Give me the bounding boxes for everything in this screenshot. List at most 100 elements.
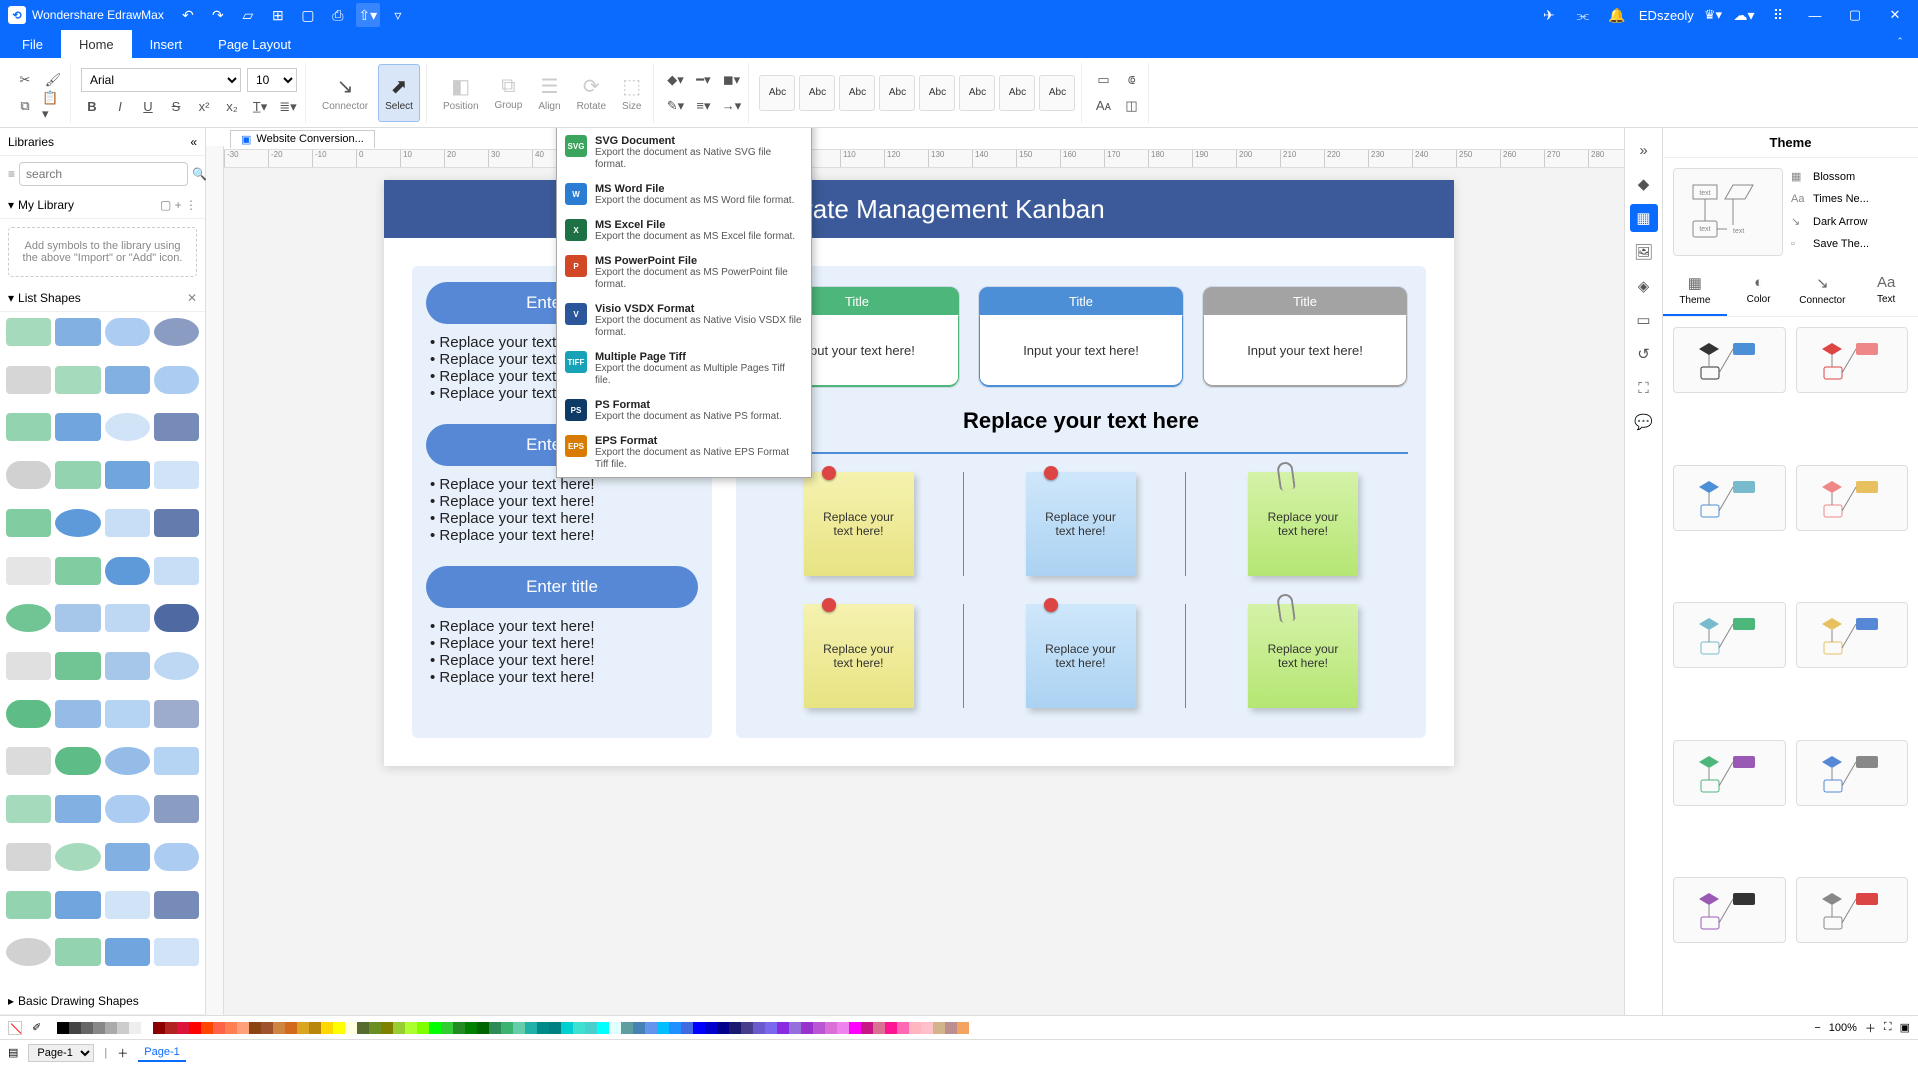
page-select[interactable]: Page-1 <box>28 1044 94 1062</box>
tab-file[interactable]: File <box>4 30 61 58</box>
color-swatch[interactable] <box>537 1022 549 1034</box>
color-swatch[interactable] <box>777 1022 789 1034</box>
underline-icon[interactable]: U <box>137 96 159 118</box>
theme-thumbnail[interactable] <box>1796 740 1909 806</box>
color-swatch[interactable] <box>717 1022 729 1034</box>
page-layout-icon[interactable]: ▤ <box>8 1046 18 1059</box>
library-shape[interactable] <box>154 795 199 823</box>
library-shape[interactable] <box>6 318 51 346</box>
color-swatch[interactable] <box>105 1022 117 1034</box>
bold-icon[interactable]: B <box>81 96 103 118</box>
image-panel-icon[interactable]: 🖼 <box>1630 238 1658 266</box>
color-swatch[interactable] <box>885 1022 897 1034</box>
color-swatch[interactable] <box>669 1022 681 1034</box>
theme-thumbnail[interactable] <box>1673 602 1786 668</box>
color-swatch[interactable] <box>57 1022 69 1034</box>
right-column[interactable]: TitleInput your text here! TitleInput yo… <box>736 266 1426 738</box>
zoom-out-icon[interactable]: − <box>1814 1022 1820 1034</box>
library-shape[interactable] <box>6 557 51 585</box>
color-swatch[interactable] <box>153 1022 165 1034</box>
color-swatch[interactable] <box>729 1022 741 1034</box>
color-swatch[interactable] <box>813 1022 825 1034</box>
color-swatch[interactable] <box>237 1022 249 1034</box>
color-swatch[interactable] <box>69 1022 81 1034</box>
color-swatch[interactable] <box>213 1022 225 1034</box>
position-button[interactable]: ◧Position <box>437 64 485 122</box>
open-icon[interactable]: ⊞ <box>266 3 290 27</box>
theme-option-1[interactable]: AaTimes Ne... <box>1791 191 1908 207</box>
library-shape[interactable] <box>55 509 100 537</box>
color-swatch[interactable] <box>849 1022 861 1034</box>
theme-thumbnail[interactable] <box>1796 465 1909 531</box>
library-shape[interactable] <box>6 604 51 632</box>
kanban-header[interactable]: Corporate Management Kanban <box>384 180 1454 238</box>
theme-thumbnail[interactable] <box>1673 740 1786 806</box>
section-title[interactable]: Replace your text here <box>754 408 1408 434</box>
color-swatch[interactable] <box>249 1022 261 1034</box>
library-shape[interactable] <box>154 557 199 585</box>
color-swatch[interactable] <box>453 1022 465 1034</box>
color-swatch[interactable] <box>597 1022 609 1034</box>
library-shape[interactable] <box>6 461 51 489</box>
library-shape[interactable] <box>154 843 199 871</box>
color-swatch[interactable] <box>477 1022 489 1034</box>
color-swatch[interactable] <box>705 1022 717 1034</box>
color-swatch[interactable] <box>765 1022 777 1034</box>
theme-option-0[interactable]: ▦Blossom <box>1791 168 1908 185</box>
search-icon[interactable]: 🔍 <box>192 167 207 181</box>
color-swatch[interactable] <box>957 1022 969 1034</box>
group-button[interactable]: ⧉Group <box>489 64 529 122</box>
color-swatch[interactable] <box>933 1022 945 1034</box>
basic-shapes-section[interactable]: ▸Basic Drawing Shapes <box>0 988 205 1015</box>
color-swatch[interactable] <box>273 1022 285 1034</box>
arrow-style-icon[interactable]: →▾ <box>720 95 742 117</box>
tab-home[interactable]: Home <box>61 30 132 58</box>
shape-style-2[interactable]: Abc <box>839 75 875 111</box>
color-swatch[interactable] <box>909 1022 921 1034</box>
user-name[interactable]: EDszeoly <box>1639 8 1694 23</box>
library-shape[interactable] <box>105 843 150 871</box>
color-swatch[interactable] <box>549 1022 561 1034</box>
color-swatch[interactable] <box>609 1022 621 1034</box>
qat-more-icon[interactable]: ▿ <box>386 3 410 27</box>
color-swatch[interactable] <box>633 1022 645 1034</box>
layers-icon[interactable]: ▭ <box>1092 69 1114 91</box>
color-swatch[interactable] <box>441 1022 453 1034</box>
library-shape[interactable] <box>105 652 150 680</box>
color-swatch[interactable] <box>501 1022 513 1034</box>
eyedropper-icon[interactable]: ✐ <box>32 1021 41 1034</box>
color-swatch[interactable] <box>225 1022 237 1034</box>
color-swatch[interactable] <box>525 1022 537 1034</box>
library-shape[interactable] <box>6 413 51 441</box>
help-down-icon[interactable]: ＾ <box>1894 36 1906 53</box>
select-button[interactable]: ⬈Select <box>378 64 420 122</box>
theme-tab-text[interactable]: AaText <box>1854 266 1918 316</box>
font-family-select[interactable]: Arial <box>81 68 241 92</box>
library-shape[interactable] <box>154 747 199 775</box>
sticky-note[interactable]: Replace your text here! <box>804 604 914 708</box>
export-item-3[interactable]: SVGSVG DocumentExport the document as Na… <box>557 129 811 177</box>
library-shape[interactable] <box>6 843 51 871</box>
expand-right-icon[interactable]: » <box>1630 136 1658 164</box>
redo-icon[interactable]: ↷ <box>206 3 230 27</box>
export-item-5[interactable]: XMS Excel FileExport the document as MS … <box>557 213 811 249</box>
library-shape[interactable] <box>6 938 51 966</box>
strike-icon[interactable]: S <box>165 96 187 118</box>
paste-icon[interactable]: 📋▾ <box>42 95 64 117</box>
library-shape[interactable] <box>154 509 199 537</box>
color-swatch[interactable] <box>285 1022 297 1034</box>
color-swatch[interactable] <box>741 1022 753 1034</box>
library-shape[interactable] <box>154 461 199 489</box>
line-weight-icon[interactable]: ≡▾ <box>692 95 714 117</box>
print-icon[interactable]: ⎙ <box>326 3 350 27</box>
rotate-button[interactable]: ⟳Rotate <box>571 64 612 122</box>
library-shape[interactable] <box>154 938 199 966</box>
color-swatch[interactable] <box>585 1022 597 1034</box>
fill-color-icon[interactable]: ◆▾ <box>664 69 686 91</box>
library-shape[interactable] <box>154 652 199 680</box>
collapse-left-icon[interactable]: « <box>190 135 197 149</box>
sticky-note[interactable]: Replace your text here! <box>1026 604 1136 708</box>
shape-style-0[interactable]: Abc <box>759 75 795 111</box>
add-page-icon[interactable]: ＋ <box>117 1045 128 1061</box>
library-shape[interactable] <box>105 938 150 966</box>
